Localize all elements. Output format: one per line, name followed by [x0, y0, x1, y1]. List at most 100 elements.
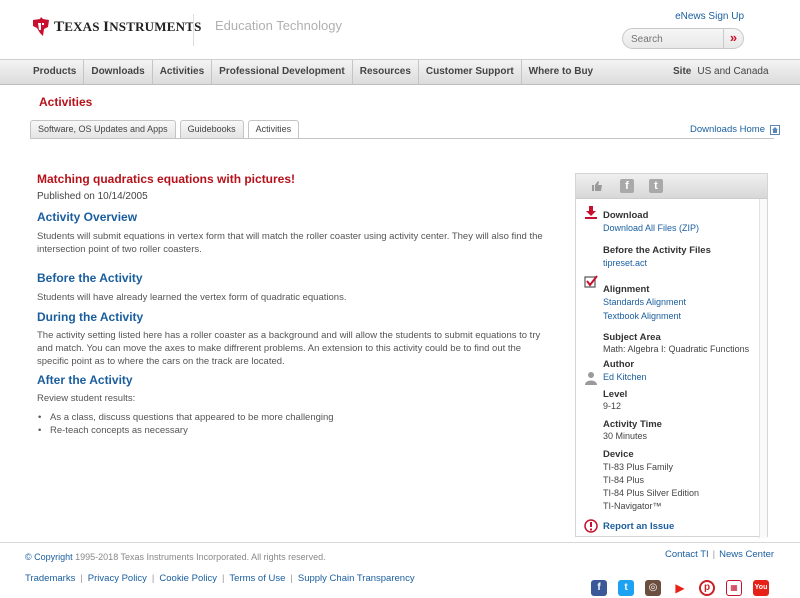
- author-heading: Author: [603, 359, 635, 370]
- nav-item-professional-development[interactable]: Professional Development: [212, 60, 353, 85]
- device-heading: Device: [603, 449, 634, 460]
- news-center-link[interactable]: News Center: [719, 549, 774, 560]
- before-files-section: Before the Activity Files tipreset.act: [603, 245, 711, 270]
- time-value: 30 Minutes: [603, 431, 648, 441]
- tab-guidebooks[interactable]: Guidebooks: [179, 120, 244, 138]
- nav-item-resources[interactable]: Resources: [353, 60, 419, 85]
- download-icon: [584, 205, 598, 222]
- ti-logo-text: TEXAS INSTRUMENTS: [54, 18, 202, 35]
- supply-chain-link[interactable]: Supply Chain Transparency: [298, 573, 415, 584]
- before-file-link[interactable]: tipreset.act: [603, 256, 711, 270]
- subject-heading: Subject Area: [603, 332, 661, 343]
- nav-item-where-to-buy[interactable]: Where to Buy: [522, 60, 600, 85]
- footer-divider: [0, 542, 800, 543]
- separator: |: [221, 573, 225, 584]
- search-submit-button[interactable]: »: [723, 29, 743, 48]
- activity-sidebar: f t Download Download All Files (ZIP) Be…: [575, 173, 768, 538]
- subject-section: Subject Area Math: Algebra I: Quadratic …: [603, 332, 749, 356]
- list-item: Re-teach concepts as necessary: [37, 424, 547, 437]
- overview-heading: Activity Overview: [37, 210, 138, 224]
- youtube-channel-icon[interactable]: You: [753, 580, 769, 596]
- after-text: Review student results:: [37, 393, 136, 404]
- terms-of-use-link[interactable]: Terms of Use: [229, 573, 285, 584]
- site-header: TEXAS INSTRUMENTS Education Technology e…: [0, 0, 800, 58]
- nav-item-products[interactable]: Products: [26, 60, 85, 85]
- privacy-policy-link[interactable]: Privacy Policy: [88, 573, 147, 584]
- cookie-policy-link[interactable]: Cookie Policy: [159, 573, 217, 584]
- separator: |: [712, 549, 716, 560]
- standards-alignment-link[interactable]: Standards Alignment: [603, 295, 686, 309]
- download-section: Download Download All Files (ZIP): [603, 210, 699, 235]
- time-heading: Activity Time: [603, 419, 662, 430]
- level-heading: Level: [603, 389, 628, 400]
- twitter-icon[interactable]: t: [618, 580, 634, 596]
- ti-logo[interactable]: TEXAS INSTRUMENTS: [32, 17, 202, 37]
- site-label: Site: [673, 66, 692, 77]
- report-issue-link[interactable]: Report an Issue: [603, 521, 674, 532]
- search-box: »: [622, 28, 744, 49]
- separator: |: [151, 573, 155, 584]
- twitter-icon[interactable]: t: [649, 179, 663, 193]
- published-date: Published on 10/14/2005: [37, 191, 148, 202]
- download-all-link[interactable]: Download All Files (ZIP): [603, 221, 699, 235]
- footer-contact: Contact TI | News Center: [665, 549, 774, 560]
- youtube-icon[interactable]: ▶: [672, 580, 688, 596]
- tab-divider: [30, 138, 774, 139]
- tab-activities[interactable]: Activities: [247, 120, 300, 139]
- site-selector[interactable]: Site US and Canada: [673, 60, 769, 84]
- before-heading: Before the Activity: [37, 271, 143, 285]
- author-icon: [584, 371, 598, 388]
- thumbs-up-icon[interactable]: [590, 179, 604, 193]
- device-item: TI-83 Plus Family: [603, 462, 674, 472]
- site-value: US and Canada: [697, 66, 769, 77]
- list-item: As a class, discuss questions that appea…: [37, 411, 547, 424]
- facebook-icon[interactable]: f: [620, 179, 634, 193]
- nav-item-downloads[interactable]: Downloads: [84, 60, 153, 85]
- device-item: TI-Navigator™: [603, 501, 662, 511]
- nav-item-customer-support[interactable]: Customer Support: [419, 60, 522, 85]
- enews-signup-link[interactable]: eNews Sign Up: [675, 11, 744, 22]
- device-item: TI-84 Plus Silver Edition: [603, 488, 700, 498]
- facebook-icon[interactable]: f: [591, 580, 607, 596]
- device-section: Device TI-83 Plus Family TI-84 Plus TI-8…: [603, 449, 699, 513]
- search-input[interactable]: [631, 32, 721, 46]
- during-text: The activity setting listed here has a r…: [37, 330, 541, 367]
- download-heading: Download: [603, 210, 649, 221]
- nav-item-activities[interactable]: Activities: [153, 60, 213, 85]
- social-links: f t ◎ ▶ p ▦ You: [591, 580, 780, 596]
- overview-text: Students will submit equations in vertex…: [37, 231, 543, 255]
- downloads-home-link[interactable]: Downloads Home: [690, 124, 780, 135]
- copyright: © Copyright 1995-2018 Texas Instruments …: [25, 552, 326, 562]
- checklist-icon: [584, 275, 598, 292]
- textbook-alignment-link[interactable]: Textbook Alignment: [603, 309, 686, 323]
- after-heading: After the Activity: [37, 373, 133, 387]
- tab-software-updates[interactable]: Software, OS Updates and Apps: [30, 120, 176, 138]
- separator: |: [80, 573, 83, 584]
- activity-content: Matching quadratics equations with pictu…: [37, 172, 547, 437]
- level-section: Level 9-12: [603, 389, 627, 413]
- ti-logo-icon: [33, 17, 49, 36]
- level-value: 9-12: [603, 401, 622, 411]
- trademarks-link[interactable]: Trademarks: [25, 573, 75, 584]
- share-bar: f t: [576, 174, 767, 199]
- time-section: Activity Time 30 Minutes: [603, 419, 662, 443]
- contact-ti-link[interactable]: Contact TI: [665, 549, 709, 560]
- separator: |: [290, 573, 293, 584]
- downloads-home-label: Downloads Home: [690, 124, 765, 135]
- tab-bar: Software, OS Updates and Apps Guidebooks…: [30, 120, 303, 139]
- calendar-icon[interactable]: ▦: [726, 580, 742, 596]
- header-divider: [193, 14, 194, 46]
- activity-title: Matching quadratics equations with pictu…: [37, 172, 296, 186]
- sidebar-scrollbar[interactable]: [759, 199, 767, 538]
- copyright-link[interactable]: © Copyright: [25, 552, 73, 562]
- main-nav: Products Downloads Activities Profession…: [0, 59, 800, 85]
- device-item: TI-84 Plus: [603, 475, 645, 485]
- warning-icon: [584, 519, 598, 536]
- home-icon: [769, 124, 780, 135]
- author-link[interactable]: Ed Kitchen: [603, 370, 647, 384]
- instagram-icon[interactable]: ◎: [645, 580, 661, 596]
- section-title: Activities: [39, 95, 93, 109]
- subject-value: Math: Algebra I: Quadratic Functions: [603, 344, 750, 354]
- pinterest-icon[interactable]: p: [699, 580, 715, 596]
- alignment-heading: Alignment: [603, 284, 650, 295]
